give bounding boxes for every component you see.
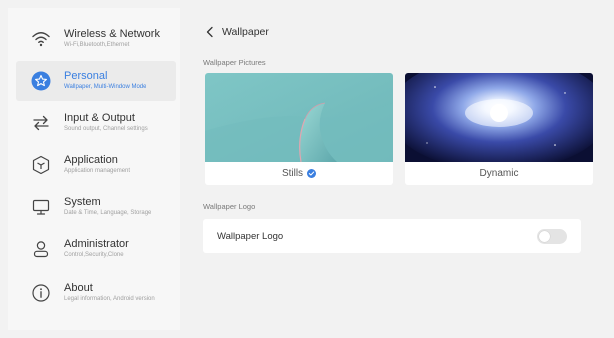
toggle-knob xyxy=(539,231,550,242)
card-caption: Stills xyxy=(205,162,393,185)
chevron-left-icon xyxy=(206,26,213,38)
wallpaper-logo-toggle[interactable] xyxy=(537,229,567,244)
sidebar-item-title: Administrator xyxy=(64,238,129,250)
sidebar-item-subtitle: Legal information, Android version xyxy=(64,296,155,302)
swap-arrows-icon xyxy=(30,112,52,134)
sidebar-item-title: About xyxy=(64,282,93,294)
sidebar-item-about[interactable]: About Legal information, Android version xyxy=(16,273,176,313)
star-icon xyxy=(30,70,52,92)
card-label-dynamic: Dynamic xyxy=(479,168,519,179)
sidebar: Wireless & Network Wi-Fi,Bluetooth,Ether… xyxy=(8,8,180,330)
sidebar-item-subtitle: Wi-Fi,Bluetooth,Ethernet xyxy=(64,42,130,48)
cube-icon xyxy=(30,154,52,176)
wallpaper-card-stills[interactable]: Stills xyxy=(205,73,393,185)
sidebar-item-subtitle: Sound output, Channel settings xyxy=(64,126,148,132)
dynamic-thumbnail xyxy=(405,73,593,162)
sidebar-item-personal[interactable]: Personal Wallpaper, Multi-Window Mode xyxy=(16,61,176,101)
wifi-icon xyxy=(30,28,52,50)
sidebar-item-system[interactable]: System Date & Time, Language, Storage xyxy=(16,187,176,227)
main-panel: Wallpaper Wallpaper Pictures Stills Dyna… xyxy=(186,8,606,330)
user-icon xyxy=(30,238,52,260)
sidebar-item-subtitle: Date & Time, Language, Storage xyxy=(64,210,152,216)
section-label-pictures: Wallpaper Pictures xyxy=(203,58,266,67)
sidebar-item-title: Personal xyxy=(64,70,108,82)
sidebar-item-wireless-network[interactable]: Wireless & Network Wi-Fi,Bluetooth,Ether… xyxy=(16,19,176,59)
sidebar-item-subtitle: Control,Security,Clone xyxy=(64,252,124,258)
back-button[interactable]: Wallpaper xyxy=(204,26,269,38)
wallpaper-logo-label: Wallpaper Logo xyxy=(217,230,284,242)
sidebar-item-title: System xyxy=(64,196,101,208)
sidebar-item-input-output[interactable]: Input & Output Sound output, Channel set… xyxy=(16,103,176,143)
sidebar-item-subtitle: Wallpaper, Multi-Window Mode xyxy=(64,84,147,90)
sidebar-item-administrator[interactable]: Administrator Control,Security,Clone xyxy=(16,229,176,269)
stills-thumbnail xyxy=(205,73,393,162)
sidebar-item-title: Input & Output xyxy=(64,112,135,124)
section-label-logo: Wallpaper Logo xyxy=(203,202,256,211)
check-circle-icon xyxy=(307,169,317,178)
wallpaper-logo-row: Wallpaper Logo xyxy=(203,219,581,253)
sidebar-item-title: Wireless & Network xyxy=(64,28,160,40)
page-title: Wallpaper xyxy=(222,26,269,38)
monitor-icon xyxy=(30,196,52,218)
wallpaper-card-dynamic[interactable]: Dynamic xyxy=(405,73,593,185)
sidebar-item-title: Application xyxy=(64,154,118,166)
sidebar-item-subtitle: Application management xyxy=(64,168,131,174)
card-caption: Dynamic xyxy=(405,162,593,185)
info-icon xyxy=(30,282,52,304)
sidebar-item-application[interactable]: Application Application management xyxy=(16,145,176,185)
card-label-stills: Stills xyxy=(281,168,304,179)
